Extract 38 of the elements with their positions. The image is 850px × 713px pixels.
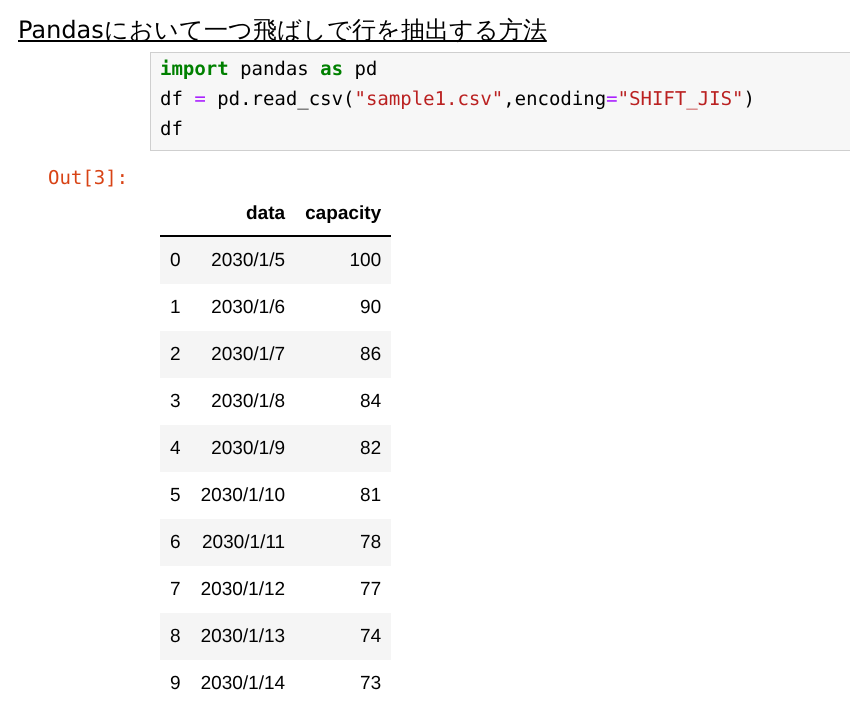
row-index: 2	[170, 344, 181, 364]
row-index: 9	[170, 672, 181, 694]
table-cell: 90	[360, 296, 382, 318]
row-index: 7	[170, 578, 181, 600]
column-header: capacity	[305, 203, 382, 224]
code-line: df = pd.read_csv("sample1.csv",encoding="SHIFT_JIS")	[160, 87, 756, 112]
table-cell: 77	[360, 578, 382, 600]
table-cell: 84	[360, 390, 382, 412]
row-index: 0	[170, 250, 181, 270]
row-index: 6	[170, 532, 181, 552]
table-cell: 2030/1/6	[211, 296, 286, 318]
code-line: import pandas as pd	[160, 57, 378, 82]
row-index: 1	[170, 296, 181, 318]
row-index: 4	[170, 438, 181, 458]
table-cell: 2030/1/7	[211, 344, 286, 364]
table-cell: 2030/1/12	[200, 578, 286, 600]
table-cell: 2030/1/9	[211, 438, 286, 458]
table-cell: 2030/1/11	[202, 532, 286, 552]
table-cell: 2030/1/5	[211, 250, 286, 270]
table-cell: 78	[360, 532, 382, 552]
row-index: 5	[170, 484, 181, 506]
page-title: Pandasにおいて一つ飛ばしで行を抽出する方法	[18, 15, 548, 46]
column-header: data	[246, 203, 286, 224]
table-cell: 81	[360, 484, 382, 506]
table-cell: 100	[349, 250, 382, 270]
table-cell: 2030/1/10	[200, 484, 286, 506]
code-cell[interactable]: import pandas as pd df = pd.read_csv("sample1.csv",encoding="SHIFT_JIS") df	[150, 52, 850, 151]
table-cell: 2030/1/8	[211, 390, 286, 412]
code-line: df	[160, 117, 184, 142]
row-index: 3	[170, 390, 181, 412]
table-cell: 74	[360, 626, 382, 646]
output-prompt: Out[3]:	[48, 167, 130, 189]
table-cell: 73	[360, 672, 382, 694]
table-cell: 2030/1/14	[200, 672, 286, 694]
row-index: 8	[170, 626, 181, 646]
table-cell: 86	[360, 344, 382, 364]
table-cell: 2030/1/13	[200, 626, 286, 646]
table-cell: 82	[360, 438, 382, 458]
